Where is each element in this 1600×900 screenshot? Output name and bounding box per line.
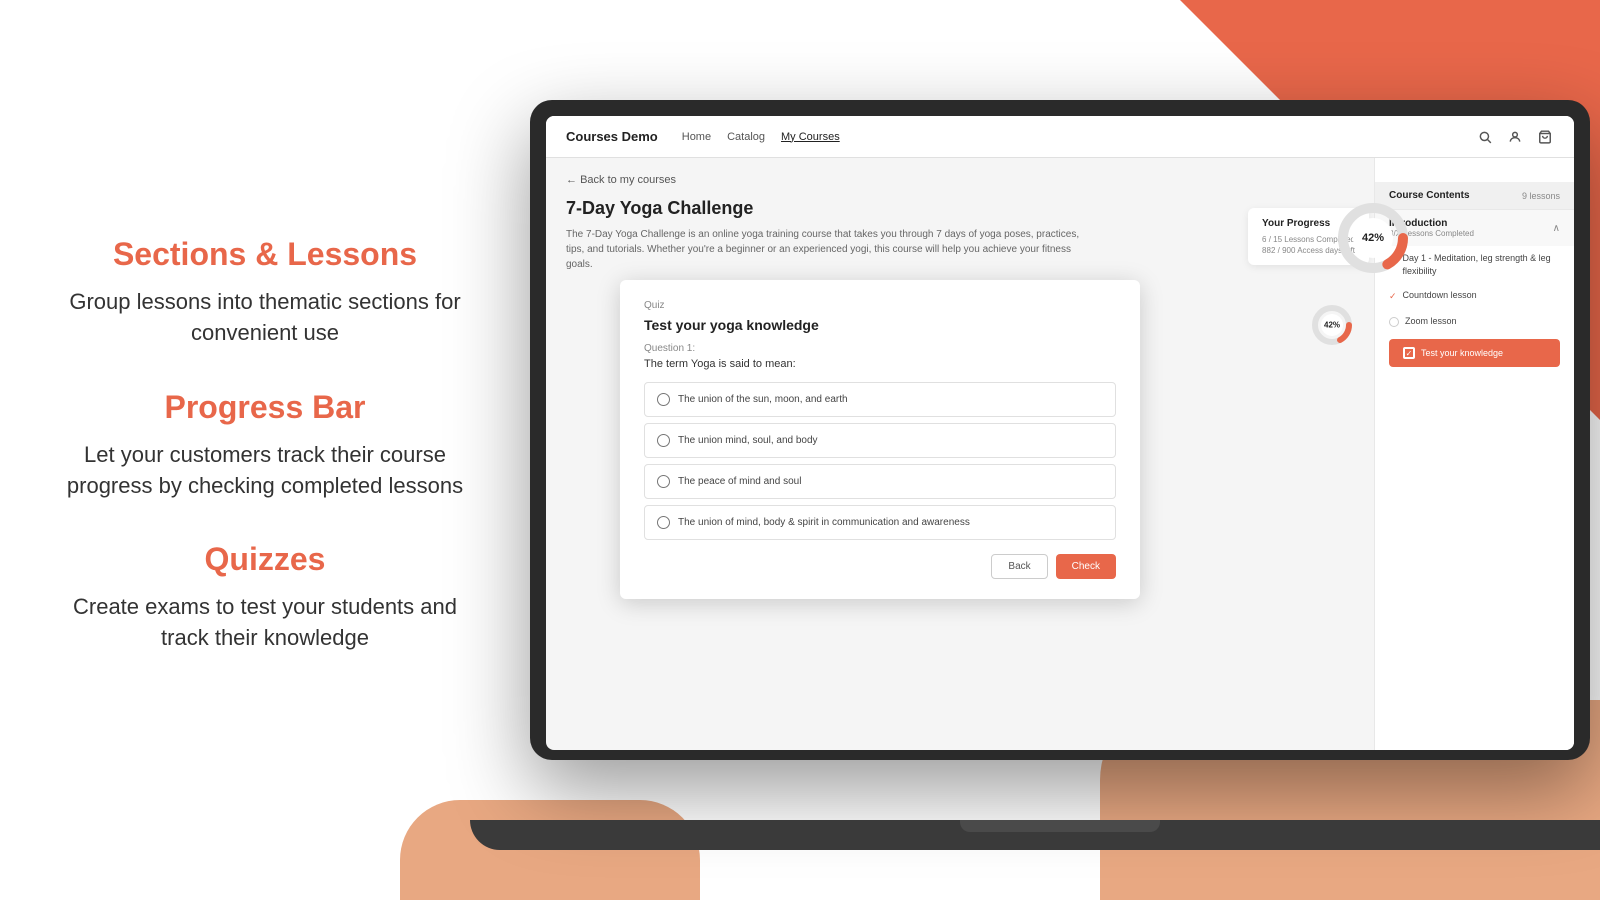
- feature-quizzes-desc: Create exams to test your students and t…: [60, 592, 470, 654]
- nav-links: Home Catalog My Courses: [682, 131, 840, 143]
- cart-icon[interactable]: [1536, 128, 1554, 146]
- navbar: Courses Demo Home Catalog My Courses: [546, 116, 1574, 158]
- quiz-title: Test your yoga knowledge: [644, 317, 1116, 333]
- search-icon[interactable]: [1476, 128, 1494, 146]
- user-icon[interactable]: [1506, 128, 1524, 146]
- quiz-option-2-text: The union mind, soul, and body: [678, 435, 818, 446]
- radio-icon-3: [1389, 317, 1399, 327]
- test-check-icon: ✓: [1403, 347, 1415, 359]
- lesson-item-3[interactable]: Zoom lesson: [1375, 309, 1574, 334]
- donut-large-label: 42%: [1362, 232, 1374, 244]
- lesson-text-3: Zoom lesson: [1405, 315, 1457, 328]
- donut-small-chart: 42%: [1310, 303, 1354, 347]
- left-panel: Sections & Lessons Group lessons into th…: [0, 0, 530, 900]
- donut-large-chart: 42%: [1333, 198, 1374, 278]
- course-desc: The 7-Day Yoga Challenge is an online yo…: [566, 227, 1086, 272]
- quiz-check-button[interactable]: Check: [1056, 554, 1116, 579]
- feature-progress-desc: Let your customers track their course pr…: [60, 440, 470, 502]
- chevron-up-icon: ∧: [1553, 223, 1560, 234]
- feature-sections-title: Sections & Lessons: [60, 236, 470, 273]
- quiz-question-label: Question 1:: [644, 343, 1116, 354]
- donut-small-label: 42%: [1324, 321, 1340, 330]
- quiz-option-4-text: The union of mind, body & spirit in comm…: [678, 517, 970, 528]
- nav-brand: Courses Demo: [566, 129, 658, 144]
- feature-sections-desc: Group lessons into thematic sections for…: [60, 287, 470, 349]
- laptop-device: Courses Demo Home Catalog My Courses: [530, 100, 1600, 850]
- quiz-option-1-text: The union of the sun, moon, and earth: [678, 394, 848, 405]
- check-icon-2: ✓: [1389, 290, 1397, 303]
- feature-progress-title: Progress Bar: [60, 389, 470, 426]
- quiz-option-3[interactable]: The peace of mind and soul: [644, 464, 1116, 499]
- test-button-label: Test your knowledge: [1421, 348, 1503, 358]
- nav-link-catalog[interactable]: Catalog: [727, 131, 765, 143]
- quiz-option-3-text: The peace of mind and soul: [678, 476, 801, 487]
- nav-link-mycourses[interactable]: My Courses: [781, 131, 840, 143]
- back-link[interactable]: Back to my courses: [566, 174, 1354, 186]
- quiz-option-2[interactable]: The union mind, soul, and body: [644, 423, 1116, 458]
- lesson-text-1: Day 1 - Meditation, leg strength & leg f…: [1403, 252, 1560, 277]
- quiz-radio-3[interactable]: [657, 475, 670, 488]
- nav-icons: [1476, 128, 1554, 146]
- quiz-question-text: The term Yoga is said to mean:: [644, 358, 1116, 370]
- quiz-option-1[interactable]: The union of the sun, moon, and earth: [644, 382, 1116, 417]
- feature-quizzes-title: Quizzes: [60, 541, 470, 578]
- progress-donut-small-wrapper: 42%: [1310, 303, 1354, 347]
- lessons-count: 9 lessons: [1522, 191, 1560, 201]
- course-title: 7-Day Yoga Challenge: [566, 198, 1354, 219]
- quiz-label: Quiz: [644, 300, 1116, 311]
- progress-donut-large: 42%: [1333, 198, 1374, 278]
- quiz-actions: Back Check: [644, 554, 1116, 579]
- quiz-radio-2[interactable]: [657, 434, 670, 447]
- progress-card: Your Progress 6 / 15 Lessons Completed 8…: [1248, 208, 1369, 265]
- quiz-back-button[interactable]: Back: [991, 554, 1047, 579]
- quiz-radio-4[interactable]: [657, 516, 670, 529]
- feature-sections: Sections & Lessons Group lessons into th…: [60, 236, 470, 349]
- quiz-overlay: Quiz Test your yoga knowledge Question 1…: [620, 280, 1140, 599]
- nav-link-home[interactable]: Home: [682, 131, 711, 143]
- lesson-item-2[interactable]: ✓ Countdown lesson: [1375, 283, 1574, 309]
- test-knowledge-button[interactable]: ✓ Test your knowledge: [1389, 339, 1560, 367]
- feature-quizzes: Quizzes Create exams to test your studen…: [60, 541, 470, 654]
- feature-progress: Progress Bar Let your customers track th…: [60, 389, 470, 502]
- lesson-text-2: Countdown lesson: [1403, 289, 1477, 302]
- laptop-base: [470, 820, 1600, 850]
- quiz-radio-1[interactable]: [657, 393, 670, 406]
- quiz-option-4[interactable]: The union of mind, body & spirit in comm…: [644, 505, 1116, 540]
